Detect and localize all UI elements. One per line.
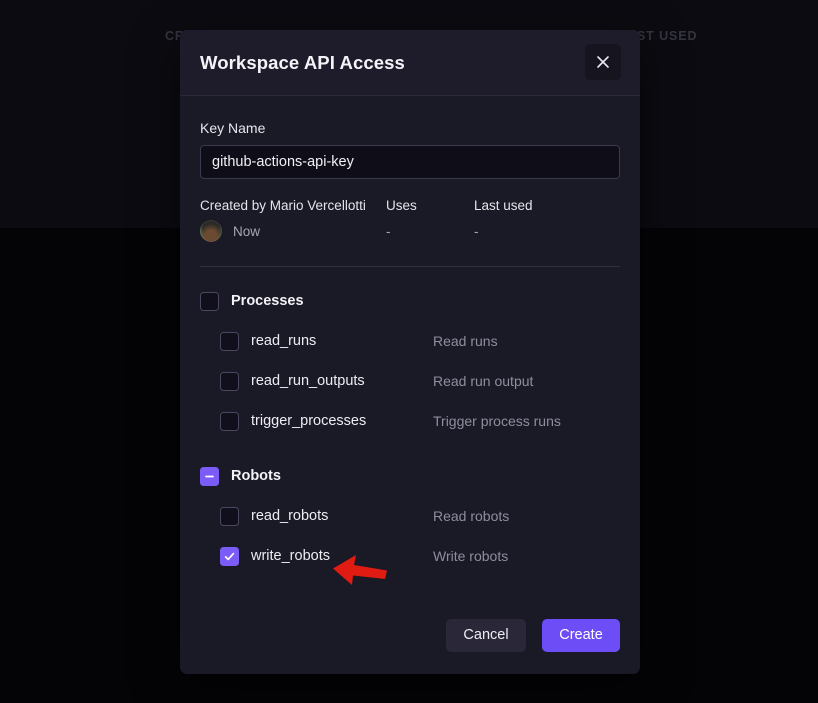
- dialog-body: Key Name Created by Mario Vercellotti No…: [180, 96, 640, 567]
- last-used-value: -: [474, 223, 479, 239]
- checkbox-read-run-outputs[interactable]: [220, 371, 239, 391]
- permission-row-read-robots[interactable]: read_robots Read robots: [200, 505, 620, 527]
- dialog-title: Workspace API Access: [200, 51, 405, 73]
- close-icon: [596, 55, 610, 69]
- cancel-button[interactable]: Cancel: [446, 618, 526, 652]
- group-label-robots: Robots: [231, 468, 281, 484]
- workspace-api-access-dialog: Workspace API Access Key Name Created by…: [180, 30, 640, 674]
- meta-uses: Uses -: [386, 198, 474, 242]
- minus-icon: [204, 471, 215, 482]
- permission-row-read-runs[interactable]: read_runs Read runs: [200, 330, 620, 352]
- checkbox-read-runs[interactable]: [220, 331, 239, 351]
- key-name-label: Key Name: [200, 120, 266, 136]
- permission-row-write-robots[interactable]: write_robots Write robots: [200, 545, 620, 567]
- permission-name-write-robots: write_robots: [251, 548, 330, 564]
- uses-label: Uses: [386, 198, 417, 213]
- avatar: [200, 220, 222, 242]
- permission-desc-read-run-outputs: Read run output: [433, 373, 534, 389]
- checkbox-write-robots[interactable]: [220, 546, 239, 566]
- meta-created-by: Created by Mario Vercellotti Now: [200, 198, 386, 242]
- group-checkbox-processes[interactable]: [200, 291, 219, 311]
- key-meta-row: Created by Mario Vercellotti Now Uses - …: [200, 198, 620, 242]
- permission-group-robots: Robots read_robots Read robots write_rob…: [200, 465, 620, 567]
- permission-row-trigger-processes[interactable]: trigger_processes Trigger process runs: [200, 410, 620, 432]
- permission-name-read-runs: read_runs: [251, 333, 317, 349]
- group-checkbox-robots[interactable]: [200, 466, 219, 486]
- permission-desc-trigger-processes: Trigger process runs: [433, 413, 561, 429]
- close-button[interactable]: [585, 44, 621, 80]
- group-header-processes[interactable]: Processes: [200, 290, 620, 312]
- created-value: Now: [233, 223, 261, 239]
- last-used-label: Last used: [474, 198, 533, 213]
- section-divider: [200, 266, 620, 267]
- checkbox-read-robots[interactable]: [220, 506, 239, 526]
- dialog-header: Workspace API Access: [180, 30, 640, 96]
- dialog-footer: Cancel Create: [180, 596, 640, 674]
- group-label-processes: Processes: [231, 293, 304, 309]
- created-by-label: Created by Mario Vercellotti: [200, 198, 366, 213]
- permission-desc-read-robots: Read robots: [433, 508, 510, 524]
- permission-name-read-run-outputs: read_run_outputs: [251, 373, 365, 389]
- group-header-robots[interactable]: Robots: [200, 465, 620, 487]
- check-icon: [223, 550, 236, 563]
- permission-desc-write-robots: Write robots: [433, 548, 509, 564]
- permission-desc-read-runs: Read runs: [433, 333, 498, 349]
- permission-row-read-run-outputs[interactable]: read_run_outputs Read run output: [200, 370, 620, 392]
- create-button[interactable]: Create: [542, 618, 620, 652]
- uses-value: -: [386, 223, 391, 239]
- permission-name-read-robots: read_robots: [251, 508, 329, 524]
- permission-name-trigger-processes: trigger_processes: [251, 413, 367, 429]
- checkbox-trigger-processes[interactable]: [220, 411, 239, 431]
- key-name-input[interactable]: [200, 145, 620, 179]
- created-value-row: Now: [200, 220, 386, 242]
- meta-last-used: Last used -: [474, 198, 620, 242]
- permission-group-processes: Processes read_runs Read runs read_run_o…: [200, 290, 620, 432]
